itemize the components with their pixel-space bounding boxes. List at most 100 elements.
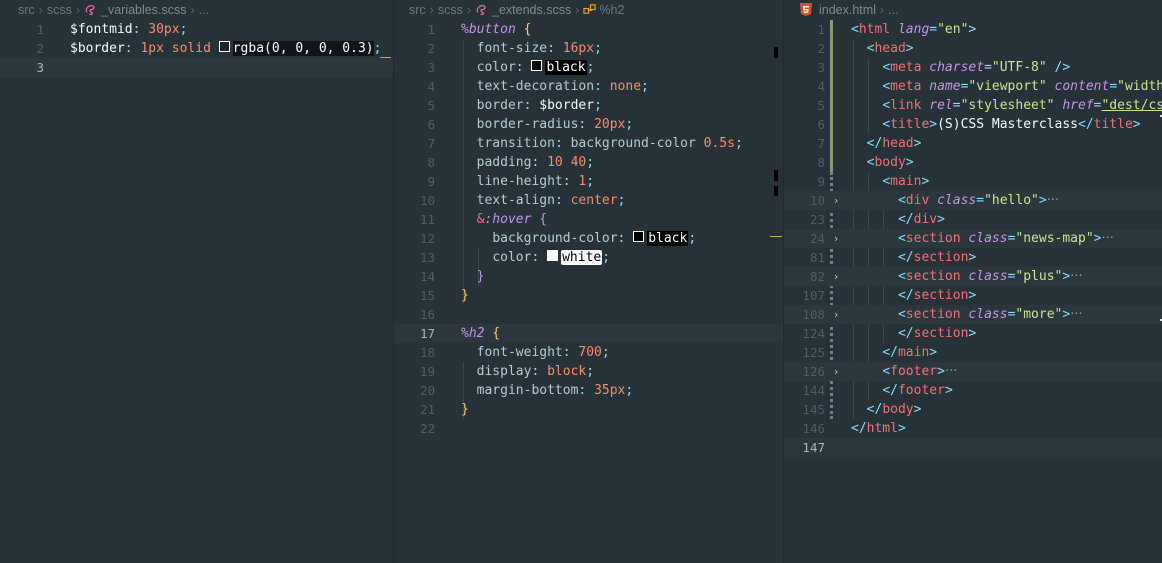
equals: =: [929, 22, 938, 37]
bracket: </: [1078, 117, 1094, 132]
code-line: 2 <head>: [784, 39, 1162, 58]
line-number: 1: [817, 22, 825, 37]
breadcrumb-symbol[interactable]: %h2: [599, 3, 624, 17]
code-line: 11 &:hover {: [394, 210, 784, 229]
code-line: 124 </section>: [784, 324, 1162, 343]
attribute: href: [1062, 98, 1094, 113]
brace: {: [531, 212, 548, 227]
semicolon: ;: [602, 250, 611, 265]
line-number: 144: [802, 383, 825, 398]
value: 1px: [140, 41, 164, 56]
bracket: >: [897, 421, 906, 436]
chevron-right-icon[interactable]: ›: [834, 229, 844, 248]
chevron-right-icon[interactable]: ›: [834, 267, 844, 286]
semicolon: ;: [594, 41, 602, 56]
tag-name: main: [897, 345, 930, 360]
value: 16px: [562, 41, 595, 56]
bracket: />: [1046, 60, 1071, 75]
code-line: 14 }: [394, 267, 784, 286]
line-number: 145: [802, 402, 825, 417]
scss-variable: $fontmid: [70, 22, 133, 37]
semicolon: ;: [373, 41, 382, 56]
bracket: </: [882, 383, 898, 398]
code-line: 4 text-decoration: none;: [394, 77, 784, 96]
value: center: [570, 193, 618, 208]
editor-pane-index-html[interactable]: index.html ›... 1 <html lang="en"> 2 <head…: [783, 0, 1162, 563]
semicolon: ;: [688, 231, 697, 246]
code-line: 3 <meta charset="UTF-8" />: [784, 58, 1162, 77]
folded-ellipsis[interactable]: ···: [1070, 269, 1082, 284]
tag-name: footer: [890, 364, 938, 379]
value: $border: [539, 98, 595, 113]
property: color: [492, 250, 532, 265]
tag-name: head: [874, 41, 906, 56]
bracket: </: [897, 212, 914, 227]
folded-ellipsis[interactable]: ···: [1102, 231, 1114, 246]
code-line: 8 <body>: [784, 153, 1162, 172]
scss-variable: $border: [70, 41, 125, 56]
breadcrumb-folder-src[interactable]: src: [409, 3, 426, 17]
code-area[interactable]: 1 $fontmid: 30px; 2 $border: 1px solid r…: [0, 20, 393, 77]
breadcrumb-folder-scss[interactable]: scss: [438, 3, 463, 17]
brace: {: [484, 326, 501, 341]
color-value: black: [545, 60, 587, 75]
line-number: 11: [419, 212, 435, 227]
breadcrumb-more[interactable]: ...: [888, 3, 898, 17]
attribute-value-link[interactable]: "dest/css: [1101, 98, 1162, 113]
chevron-right-icon: ›: [38, 3, 43, 17]
folded-ellipsis[interactable]: ···: [1047, 193, 1059, 208]
breadcrumb-file[interactable]: _variables.scss: [101, 3, 186, 17]
code-line: 3 color: black;: [394, 58, 784, 77]
folded-ellipsis[interactable]: ···: [1070, 307, 1082, 322]
semicolon: ;: [179, 22, 188, 37]
tag-name: section: [913, 326, 969, 341]
breadcrumb-folder-src[interactable]: src: [18, 3, 35, 17]
line-number: 8: [427, 155, 435, 170]
tag-name: link: [890, 98, 922, 113]
code-line: 107 </section>: [784, 286, 1162, 305]
line-number: 10: [419, 193, 435, 208]
equals: =: [976, 193, 985, 208]
breadcrumb-file[interactable]: index.html: [819, 3, 876, 17]
value: 30px: [148, 22, 180, 37]
tag-name: footer: [897, 383, 945, 398]
equals: =: [984, 60, 992, 75]
line-number: 3: [36, 60, 44, 75]
folded-ellipsis[interactable]: ···: [945, 364, 957, 379]
property: color: [476, 60, 516, 75]
equals: =: [1109, 79, 1118, 94]
chevron-right-icon[interactable]: ›: [834, 191, 844, 210]
line-number: 24: [809, 231, 825, 246]
semicolon: ;: [617, 193, 626, 208]
code-line-folded: 82 › <section class="plus">···: [784, 267, 1162, 286]
line-number: 5: [427, 98, 435, 113]
overflow-marker: [770, 236, 782, 237]
editor-pane-variables[interactable]: src › scss › _variables.scss ›... 1 $fontmid:…: [0, 0, 393, 563]
code-line: 146 </html>: [784, 419, 1162, 438]
color-swatch-icon[interactable]: [633, 231, 645, 242]
color-value: black: [647, 231, 689, 246]
code-area[interactable]: 1 %button { 2 font-size: 16px; 3 color: b…: [394, 20, 784, 438]
chevron-right-icon[interactable]: ›: [834, 305, 844, 324]
chevron-right-icon: ›: [879, 3, 885, 17]
code-line: 22: [394, 419, 784, 438]
overflow-marker: [380, 57, 391, 58]
attribute: rel: [929, 98, 953, 113]
chevron-right-icon: ›: [429, 3, 434, 17]
color-value: white: [561, 250, 603, 265]
breadcrumb-folder-scss[interactable]: scss: [47, 3, 72, 17]
color-swatch-icon[interactable]: [547, 250, 559, 261]
value: 20px: [594, 117, 626, 132]
color-swatch-icon[interactable]: [531, 60, 543, 71]
editor-pane-extends[interactable]: src › scss › _extends.scss › %h2 1 %button { 2 …: [393, 0, 784, 563]
bracket: <: [897, 269, 906, 284]
breadcrumb-more[interactable]: ...: [199, 3, 209, 17]
chevron-right-icon[interactable]: ›: [834, 362, 844, 381]
line-number: 9: [817, 174, 825, 189]
value: 35px: [594, 383, 626, 398]
breadcrumb-file[interactable]: _extends.scss: [492, 3, 571, 17]
code-area[interactable]: 1 <html lang="en"> 2 <head> 3 <meta chars…: [784, 20, 1162, 457]
color-swatch-icon[interactable]: [218, 41, 230, 52]
tag-name: body: [882, 402, 914, 417]
code-line: 1 %button {: [394, 20, 784, 39]
